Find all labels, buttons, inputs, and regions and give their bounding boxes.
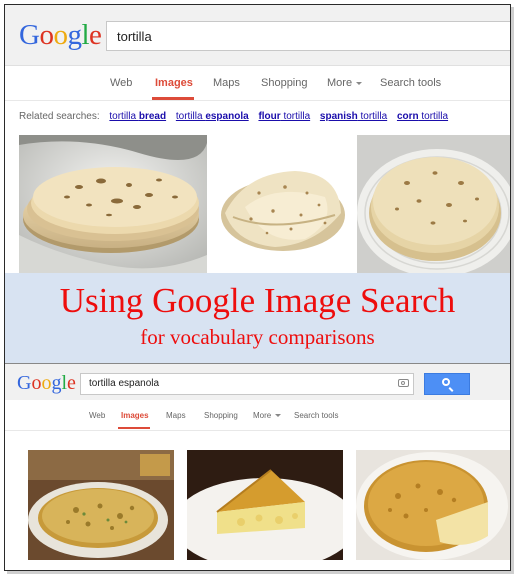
image-result-tortillas-on-doily[interactable] [357,135,510,273]
tab-more-bottom[interactable]: More [253,411,282,420]
tab-web[interactable]: Web [110,77,132,89]
tab-web-bottom[interactable]: Web [89,411,105,420]
related-searches-label: Related searches: [19,111,100,122]
search-header: Google tortilla [5,5,510,66]
search-query-bottom: tortilla espanola [89,378,160,389]
tab-search-tools-bottom[interactable]: Search tools [294,411,338,420]
tab-images[interactable]: Images [155,77,193,89]
tab-maps-bottom[interactable]: Maps [166,411,186,420]
google-results-tortilla: Google tortilla Web Images Maps Shopping… [5,5,510,275]
search-tabs: Web Images Maps Shopping More Search too… [5,66,510,101]
search-input[interactable]: tortilla [106,21,510,51]
search-header-bottom: Google tortilla espanola [5,364,510,400]
related-link-corn-tortilla[interactable]: corn tortilla [397,111,448,122]
active-tab-indicator [152,97,194,100]
image-result-tortilla-espanola-slice[interactable] [187,450,343,560]
related-link-tortilla-espanola[interactable]: tortilla espanola [176,111,249,122]
google-logo[interactable]: Google [19,19,102,52]
image-result-tortilla-espanola-whole[interactable] [356,450,510,560]
banner-title: Using Google Image Search [59,281,456,320]
search-icon [442,378,450,386]
search-tabs-bottom: Web Images Maps Shopping More Search too… [5,400,510,431]
banner-subtitle: for vocabulary comparisons [140,325,375,349]
tab-search-tools[interactable]: Search tools [380,77,441,89]
search-query: tortilla [117,29,152,44]
chevron-down-icon [275,414,282,418]
camera-icon[interactable] [398,379,409,387]
tab-maps[interactable]: Maps [213,77,240,89]
image-result-folded-tortillas[interactable] [215,153,349,259]
related-link-spanish-tortilla[interactable]: spanish tortilla [320,111,387,122]
chevron-down-icon [356,81,363,85]
tab-shopping-bottom[interactable]: Shopping [204,411,238,420]
google-results-tortilla-espanola: Google tortilla espanola Web Images Maps… [5,363,510,570]
search-button[interactable] [424,373,470,395]
image-result-flour-tortilla-stack[interactable] [19,135,207,273]
search-input-bottom[interactable]: tortilla espanola [80,373,414,395]
image-result-tortilla-espanola-1[interactable] [28,450,174,560]
related-searches: Related searches: tortilla bread tortill… [19,111,448,122]
active-tab-indicator-bottom [118,427,150,429]
tab-images-bottom[interactable]: Images [121,411,149,420]
tab-shopping[interactable]: Shopping [261,77,308,89]
slide-frame: Google tortilla Web Images Maps Shopping… [4,4,511,571]
tab-more-label-bottom: More [253,411,272,420]
related-link-flour-tortilla[interactable]: flour tortilla [258,111,310,122]
tab-more[interactable]: More [327,77,363,89]
tab-more-label: More [327,77,353,89]
google-logo-bottom[interactable]: Google [17,372,76,395]
title-banner: Using Google Image Search for vocabulary… [5,273,510,363]
related-link-tortilla-bread[interactable]: tortilla bread [109,111,166,122]
